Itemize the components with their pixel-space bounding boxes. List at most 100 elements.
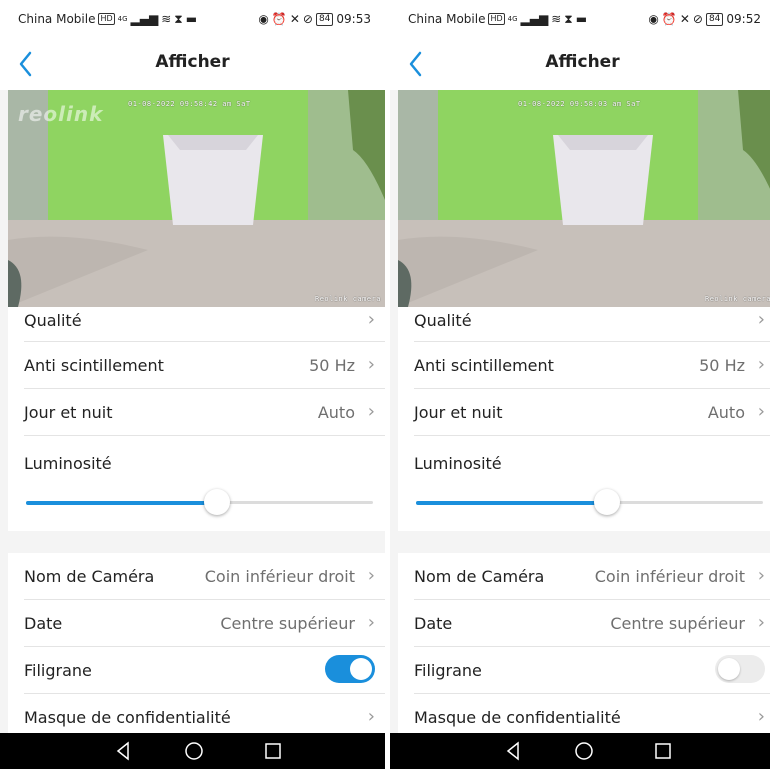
- video-camera-name: Reolink camera: [314, 295, 381, 303]
- recents-square-icon[interactable]: [262, 740, 284, 762]
- chevron-right-icon: ›: [367, 706, 375, 727]
- wifi-icon: ≋: [161, 12, 172, 26]
- overlay-settings-list: Nom de Caméra Coin inférieur droit › Dat…: [8, 553, 385, 740]
- video-timestamp: 01-08-2022 09:58:42 am SaT: [128, 100, 251, 108]
- row-label: Nom de Caméra: [414, 567, 545, 586]
- row-camera-name[interactable]: Nom de Caméra Coin inférieur droit ›: [414, 553, 770, 600]
- home-circle-icon[interactable]: [183, 740, 205, 762]
- row-value: 50 Hz: [309, 356, 355, 375]
- overlay-settings-list: Nom de Caméra Coin inférieur droit › Dat…: [398, 553, 770, 740]
- row-anti-flicker[interactable]: Anti scintillement 50 Hz ›: [414, 342, 770, 389]
- luminosity-slider[interactable]: [416, 488, 763, 518]
- phone-screen: China Mobile HD 4G ▂▄▆ ≋ ⧗ ▬ ◉ ⏰ ✕ ⊘ 84 …: [0, 0, 385, 769]
- row-label: Qualité: [24, 311, 82, 330]
- status-bar: China Mobile HD 4G ▂▄▆ ≋ ⧗ ▬ ◉ ⏰ ✕ ⊘ 84 …: [390, 0, 770, 38]
- camera-scene-image: [398, 90, 770, 307]
- camera-preview[interactable]: 01-08-2022 09:58:03 am SaT Reolink camer…: [398, 90, 770, 307]
- hd-badge: HD: [98, 13, 115, 25]
- row-label: Date: [414, 614, 453, 633]
- row-date[interactable]: Date Centre supérieur ›: [24, 600, 385, 647]
- row-value: Centre supérieur: [610, 614, 745, 633]
- status-carrier-group: China Mobile HD 4G ▂▄▆ ≋ ⧗ ▬: [408, 12, 587, 26]
- row-label: Anti scintillement: [414, 356, 554, 375]
- system-nav-bar: [0, 733, 385, 769]
- toggle-knob: [350, 658, 372, 680]
- row-label: Masque de confidentialité: [414, 708, 621, 727]
- battery-level: 84: [705, 12, 724, 26]
- toggle-knob: [718, 658, 740, 680]
- row-value: Coin inférieur droit: [594, 567, 745, 586]
- row-label: Masque de confidentialité: [24, 708, 231, 727]
- signal-icon: ▂▄▆: [520, 12, 549, 26]
- chevron-right-icon: ›: [757, 612, 765, 633]
- video-timestamp: 01-08-2022 09:58:03 am SaT: [518, 100, 641, 108]
- row-label: Jour et nuit: [24, 403, 113, 422]
- row-label: Nom de Caméra: [24, 567, 155, 586]
- row-value: Coin inférieur droit: [204, 567, 355, 586]
- row-label: Qualité: [414, 311, 472, 330]
- settings-list: Qualité › Anti scintillement 50 Hz › Jou…: [8, 307, 385, 740]
- battery-level: 84: [315, 12, 334, 26]
- watermark-toggle[interactable]: [325, 655, 375, 683]
- chevron-right-icon: ›: [757, 354, 765, 375]
- luminosity-label: Luminosité: [414, 454, 502, 473]
- row-label: Date: [24, 614, 63, 633]
- chevron-right-icon: ›: [757, 309, 765, 330]
- row-quality[interactable]: Qualité ›: [24, 307, 385, 342]
- message-icon: ▬: [185, 12, 198, 26]
- mute-icon: ✕: [679, 12, 690, 26]
- nfc-icon: ⊘: [692, 12, 703, 26]
- eye-icon: ◉: [258, 12, 269, 26]
- back-triangle-icon[interactable]: [112, 740, 134, 762]
- row-date[interactable]: Date Centre supérieur ›: [414, 600, 770, 647]
- luminosity-label: Luminosité: [24, 454, 112, 473]
- slider-thumb[interactable]: [593, 489, 620, 515]
- network-label: 4G: [117, 15, 128, 23]
- row-camera-name[interactable]: Nom de Caméra Coin inférieur droit ›: [24, 553, 385, 600]
- header-bar: Afficher: [0, 38, 385, 90]
- nfc-icon: ⊘: [302, 12, 313, 26]
- back-triangle-icon[interactable]: [502, 740, 524, 762]
- mute-icon: ✕: [289, 12, 300, 26]
- chevron-right-icon: ›: [757, 565, 765, 586]
- row-label: Jour et nuit: [414, 403, 503, 422]
- hourglass-icon: ⧗: [564, 12, 573, 26]
- chevron-right-icon: ›: [367, 309, 375, 330]
- row-day-night[interactable]: Jour et nuit Auto ›: [24, 389, 385, 436]
- slider-fill: [26, 501, 217, 505]
- status-right-group: ◉ ⏰ ✕ ⊘ 84 09:52: [648, 12, 761, 26]
- chevron-right-icon: ›: [367, 354, 375, 375]
- chevron-right-icon: ›: [367, 401, 375, 422]
- row-value: Auto: [707, 403, 745, 422]
- carrier-name: China Mobile: [408, 12, 486, 26]
- settings-list: Qualité › Anti scintillement 50 Hz › Jou…: [398, 307, 770, 740]
- status-right-group: ◉ ⏰ ✕ ⊘ 84 09:53: [258, 12, 371, 26]
- phone-screen: China Mobile HD 4G ▂▄▆ ≋ ⧗ ▬ ◉ ⏰ ✕ ⊘ 84 …: [390, 0, 770, 769]
- system-nav-bar: [390, 733, 770, 769]
- page-title: Afficher: [545, 52, 620, 72]
- row-label: Filigrane: [24, 661, 92, 680]
- signal-icon: ▂▄▆: [130, 12, 159, 26]
- slider-thumb[interactable]: [203, 489, 230, 515]
- chevron-right-icon: ›: [367, 612, 375, 633]
- recents-square-icon[interactable]: [652, 740, 674, 762]
- luminosity-slider[interactable]: [26, 488, 373, 518]
- chevron-right-icon: ›: [757, 401, 765, 422]
- brand-watermark: reolink: [18, 102, 104, 126]
- home-circle-icon[interactable]: [573, 740, 595, 762]
- wifi-icon: ≋: [551, 12, 562, 26]
- row-quality[interactable]: Qualité ›: [414, 307, 770, 342]
- alarm-icon: ⏰: [661, 12, 677, 26]
- status-time: 09:53: [336, 12, 371, 26]
- page-title: Afficher: [155, 52, 230, 72]
- message-icon: ▬: [575, 12, 588, 26]
- status-carrier-group: China Mobile HD 4G ▂▄▆ ≋ ⧗ ▬: [18, 12, 197, 26]
- row-anti-flicker[interactable]: Anti scintillement 50 Hz ›: [24, 342, 385, 389]
- row-day-night[interactable]: Jour et nuit Auto ›: [414, 389, 770, 436]
- camera-preview[interactable]: reolink 01-08-2022 09:58:42 am SaT Reoli…: [8, 90, 385, 307]
- row-watermark: Filigrane: [414, 647, 770, 694]
- row-value: 50 Hz: [699, 356, 745, 375]
- watermark-toggle[interactable]: [715, 655, 765, 683]
- header-bar: Afficher: [390, 38, 770, 90]
- section-gap: [398, 531, 770, 553]
